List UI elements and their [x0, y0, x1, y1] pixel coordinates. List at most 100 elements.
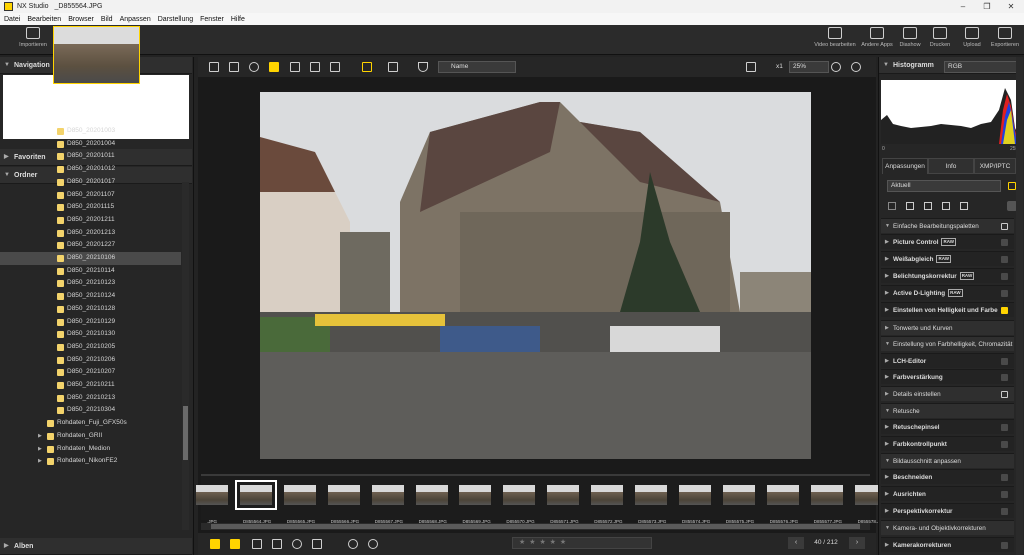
compare-view-icon[interactable]	[290, 62, 300, 72]
palette-checkbox[interactable]	[1001, 358, 1008, 365]
filmstrip-thumbnail[interactable]	[196, 485, 228, 505]
filmstrip-thumbnail[interactable]	[234, 480, 277, 510]
menu-anpassen[interactable]: Anpassen	[120, 16, 151, 23]
close-icon[interactable]: ✕	[1000, 0, 1022, 13]
filmstrip-thumbnail[interactable]	[371, 485, 404, 505]
import-button[interactable]: Importieren	[16, 27, 50, 48]
expand-icon[interactable]: ▶	[885, 269, 889, 284]
expand-icon[interactable]: ▶	[885, 235, 889, 250]
folder-item[interactable]: D850_20210123	[0, 277, 181, 290]
video-edit-button[interactable]: Video bearbeiten	[812, 27, 858, 48]
palette-item[interactable]: ▶ Beschneiden	[881, 469, 1014, 484]
subfolder-item[interactable]: ▶ Rohdaten_Medion	[0, 443, 181, 456]
filmstrip-thumbnail[interactable]	[459, 485, 492, 505]
preset-select[interactable]: Aktuell	[887, 180, 1001, 192]
folder-scrollbar[interactable]	[182, 182, 189, 530]
palette-item[interactable]: ▶ Belichtungskorrektur RAW	[881, 268, 1014, 283]
multi-view-icon[interactable]	[310, 62, 320, 72]
palette-section-header[interactable]: ▼ Einstellung von Farbhelligkeit, Chromaz…	[881, 336, 1014, 351]
fit-screen-icon[interactable]	[746, 62, 756, 72]
filmstrip-thumbnail[interactable]	[503, 485, 536, 505]
menu-bearbeiten[interactable]: Bearbeiten	[27, 16, 61, 23]
expand-icon[interactable]: ▶	[885, 286, 889, 301]
rotate-right-icon[interactable]	[368, 539, 378, 549]
expand-icon[interactable]: ▼	[885, 454, 890, 469]
straighten-icon[interactable]	[960, 202, 968, 210]
palette-section-header[interactable]: ▼ Retusche	[881, 403, 1014, 418]
color-control-icon[interactable]	[924, 202, 932, 210]
palette-item[interactable]: ▶ Picture Control RAW	[881, 234, 1014, 249]
palette-item[interactable]: ▶ LCH-Editor	[881, 353, 1014, 368]
filmstrip-thumbnail[interactable]	[635, 485, 667, 505]
folder-item[interactable]: D850_20201003	[0, 125, 181, 138]
navigation-thumbnail-image[interactable]	[53, 26, 140, 84]
folder-item[interactable]: D850_20210128	[0, 303, 181, 316]
palette-checkbox[interactable]	[1001, 424, 1008, 431]
grid-view-icon[interactable]	[209, 62, 219, 72]
folder-item[interactable]: D850_20210205	[0, 341, 181, 354]
folder-item[interactable]: D850_20201213	[0, 227, 181, 240]
palette-checkbox[interactable]	[1001, 474, 1008, 481]
expand-icon[interactable]: ▶	[38, 443, 42, 456]
retouch-brush-icon[interactable]	[906, 202, 914, 210]
folder-item[interactable]: D850_20210304	[0, 404, 181, 417]
expand-icon[interactable]: ▶	[885, 470, 889, 485]
expand-icon[interactable]: ▼	[885, 219, 890, 234]
folder-item[interactable]: D850_20210130	[0, 328, 181, 341]
label-yellow-multi-icon[interactable]	[230, 539, 240, 549]
albums-header[interactable]: ▶ Alben	[0, 538, 192, 555]
folder-item[interactable]: D850_20210106	[0, 252, 181, 265]
folder-item[interactable]: D850_20201012	[0, 163, 181, 176]
expand-icon[interactable]: ▶	[885, 487, 889, 502]
menu-browser[interactable]: Browser	[68, 16, 94, 23]
palette-item[interactable]: ▶ Kamerakorrekturen	[881, 537, 1014, 552]
menu-hilfe[interactable]: Hilfe	[231, 16, 245, 23]
palette-item[interactable]: ▶ Active D-Lighting RAW	[881, 285, 1014, 300]
zoom-out-icon[interactable]	[831, 62, 841, 72]
palette-checkbox[interactable]	[1001, 542, 1008, 549]
palette-section-header[interactable]: ▼ Bildausschnitt anpassen	[881, 453, 1014, 468]
rating-stars[interactable]: ★ ★ ★ ★ ★	[519, 539, 567, 546]
filmstrip-thumbnail[interactable]	[327, 485, 360, 505]
sort-select[interactable]: Name	[438, 61, 516, 73]
tab-anpassungen[interactable]: Anpassungen	[882, 158, 928, 174]
filmstrip-thumbnail[interactable]	[547, 485, 580, 505]
filmstrip-thumbnail[interactable]	[591, 485, 624, 505]
expand-icon[interactable]: ▶	[885, 437, 889, 452]
expand-icon[interactable]: ▶	[885, 354, 889, 369]
subfolder-item[interactable]: ▶ Rohdaten_NikonFE2	[0, 455, 181, 468]
palette-checkbox[interactable]	[1001, 508, 1008, 515]
palette-checkbox[interactable]	[1001, 491, 1008, 498]
palette-item[interactable]: ▶ Ausrichten	[881, 486, 1014, 501]
palette-checkbox[interactable]	[1001, 223, 1008, 230]
menu-fenster[interactable]: Fenster	[200, 16, 224, 23]
filmstrip-thumbnail[interactable]	[283, 485, 316, 505]
expand-icon[interactable]: ▶	[885, 387, 889, 402]
previous-image-button[interactable]: ‹	[788, 537, 804, 549]
expand-icon[interactable]: ▶	[885, 321, 889, 336]
subfolder-item[interactable]: Rohdaten_Fuji_GFX50s	[0, 417, 181, 430]
restore-icon[interactable]: ❐	[976, 0, 998, 13]
folder-item[interactable]: D850_20201107	[0, 189, 181, 202]
filter-icon[interactable]	[418, 62, 428, 72]
single-view-icon[interactable]	[269, 62, 279, 72]
filmstrip-thumbnail[interactable]	[415, 485, 448, 505]
expand-icon[interactable]: ▶	[38, 430, 42, 443]
folder-item[interactable]: D850_20201011	[0, 150, 181, 163]
expand-icon[interactable]: ▶	[885, 538, 889, 553]
export-button[interactable]: Exportieren	[988, 27, 1022, 48]
palette-checkbox[interactable]	[1001, 374, 1008, 381]
preset-toggle-icon[interactable]	[1008, 182, 1016, 190]
folder-item[interactable]: D850_20201017	[0, 176, 181, 189]
folder-item[interactable]: D850_20210129	[0, 316, 181, 329]
tab-xmp-iptc[interactable]: XMP/IPTC	[974, 158, 1016, 174]
expand-icon[interactable]: ▶	[885, 370, 889, 385]
expand-icon[interactable]: ▼	[885, 337, 890, 352]
folder-item[interactable]: D850_20210213	[0, 392, 181, 405]
print-button[interactable]: Drucken	[926, 27, 954, 48]
metadata-icon[interactable]	[252, 539, 262, 549]
filmstrip-thumbnail[interactable]	[810, 485, 843, 505]
folder-item[interactable]: D850_20210124	[0, 290, 181, 303]
palette-item[interactable]: ▶ Farbkontrollpunkt	[881, 436, 1014, 451]
palette-checkbox[interactable]	[1001, 391, 1008, 398]
